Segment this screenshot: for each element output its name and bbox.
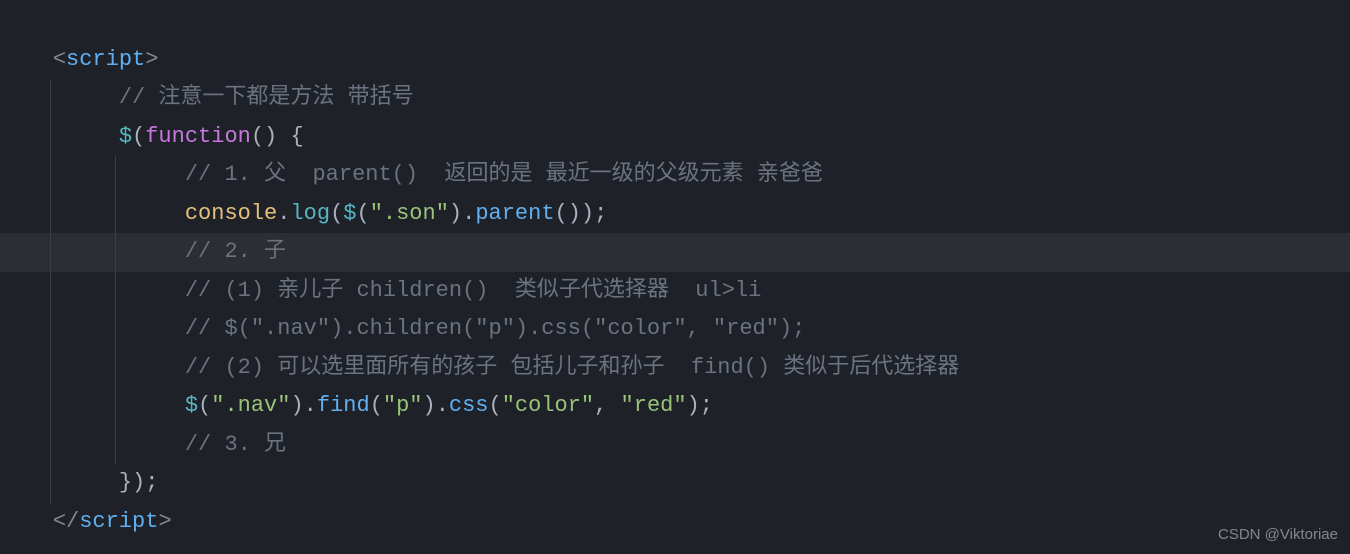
code-line: // (1) 亲儿子 children() 类似子代选择器 ul>li <box>0 272 1350 311</box>
jquery-dollar: $ <box>343 201 356 226</box>
comment: // 1. 父 parent() 返回的是 最近一级的父级元素 亲爸爸 <box>185 162 823 187</box>
tag-close-bracket: > <box>145 47 158 72</box>
comment: // 注意一下都是方法 带括号 <box>119 85 414 110</box>
comment: // $(".nav").children("p").css("color", … <box>185 316 806 341</box>
code-line: $(function() { <box>0 118 1350 157</box>
code-line: // 3. 兄 <box>0 426 1350 465</box>
code-line-highlighted: // 2. 子 <box>0 233 1350 272</box>
method-log: log <box>290 201 330 226</box>
code-editor[interactable]: <script> // 注意一下都是方法 带括号 $(function() { … <box>0 0 1350 541</box>
code-line <box>0 2 1350 41</box>
code-line: $(".nav").find("p").css("color", "red"); <box>0 387 1350 426</box>
closing-brace: }); <box>119 470 159 495</box>
code-line: // 1. 父 parent() 返回的是 最近一级的父级元素 亲爸爸 <box>0 156 1350 195</box>
tag-open-bracket: < <box>53 47 66 72</box>
closing-tag-fragment <box>53 8 93 33</box>
code-line: <script> <box>0 41 1350 80</box>
code-line: </script> <box>0 503 1350 542</box>
tag-name: script <box>79 509 158 534</box>
comment: // 3. 兄 <box>185 432 286 457</box>
string-literal: "color" <box>502 393 594 418</box>
object-console: console <box>185 201 277 226</box>
code-line: // $(".nav").children("p").css("color", … <box>0 310 1350 349</box>
method-parent: parent <box>475 201 554 226</box>
string-literal: ".nav" <box>211 393 290 418</box>
method-css: css <box>449 393 489 418</box>
string-literal: "p" <box>383 393 423 418</box>
code-line: // 注意一下都是方法 带括号 <box>0 79 1350 118</box>
comment: // (1) 亲儿子 children() 类似子代选择器 ul>li <box>185 278 761 303</box>
paren-brace: () { <box>251 124 304 149</box>
comment: // (2) 可以选里面所有的孩子 包括儿子和孙子 find() 类似于后代选择… <box>185 355 959 380</box>
watermark: CSDN @Viktoriae <box>1218 522 1338 548</box>
code-line: console.log($(".son").parent()); <box>0 195 1350 234</box>
comment: // 2. 子 <box>185 239 286 264</box>
tag-name: script <box>66 47 145 72</box>
tag-open-bracket: </ <box>53 509 79 534</box>
code-line: }); <box>0 464 1350 503</box>
jquery-dollar: $ <box>119 124 132 149</box>
method-find: find <box>317 393 370 418</box>
string-literal: ".son" <box>370 201 449 226</box>
string-literal: "red" <box>621 393 687 418</box>
code-line: // (2) 可以选里面所有的孩子 包括儿子和孙子 find() 类似于后代选择… <box>0 349 1350 388</box>
jquery-dollar: $ <box>185 393 198 418</box>
tag-close-bracket: > <box>158 509 171 534</box>
keyword-function: function <box>145 124 251 149</box>
paren-open: ( <box>132 124 145 149</box>
